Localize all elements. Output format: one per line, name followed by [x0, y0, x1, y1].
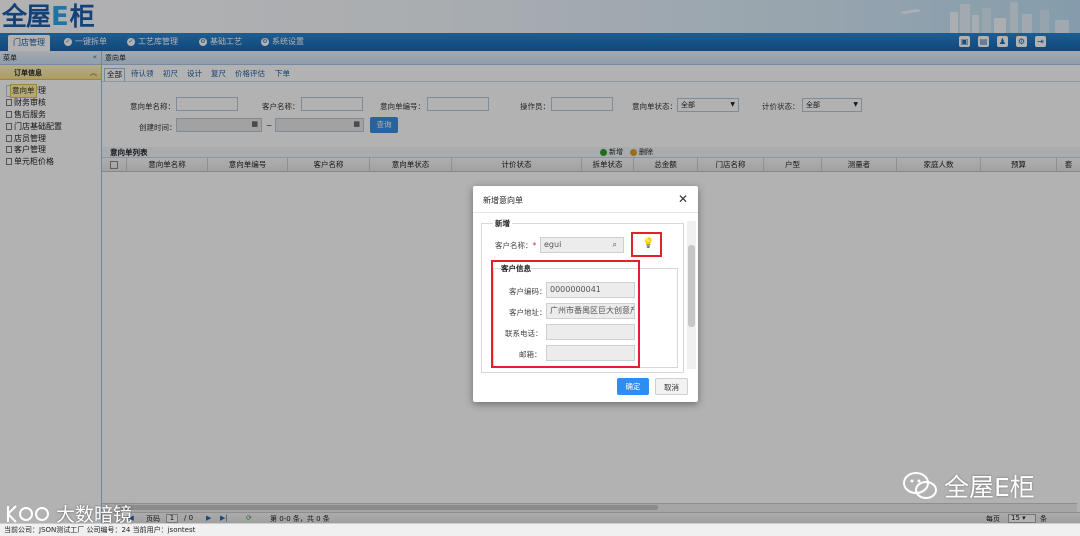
- lightbulb-icon[interactable]: 💡: [642, 238, 654, 249]
- customer-no-input[interactable]: 0000000041: [546, 282, 635, 298]
- datalink-watermark-text: 大数暗镜: [56, 504, 133, 526]
- status-bar: 当前公司：JSON测试工厂 公司编号：24 当前用户：jsontest: [0, 523, 1080, 536]
- dialog-scrollbar-thumb[interactable]: [688, 245, 695, 327]
- cancel-button[interactable]: 取消: [655, 378, 688, 395]
- required-mark: *: [532, 241, 537, 250]
- wechat-icon: [903, 472, 937, 499]
- datalink-watermark: 大数暗镜: [4, 500, 132, 527]
- phone-label: 联系电话：: [505, 329, 543, 338]
- section-new-title: 新增: [493, 218, 512, 229]
- wechat-watermark-text: 全屋E柜: [944, 473, 1035, 502]
- address-input[interactable]: 广州市番禺区巨大创意产: [546, 303, 635, 319]
- new-intent-order-dialog: 新增意向单 ✕ 新增 客户名称：* egui ⌕ 💡 客户信息 客户编码： 00…: [473, 186, 698, 402]
- email-label: 邮箱：: [519, 350, 542, 359]
- email-input[interactable]: [546, 345, 635, 361]
- wechat-watermark: 全屋E柜: [902, 468, 1035, 504]
- address-label: 客户地址：: [509, 308, 547, 317]
- dialog-divider: [473, 212, 698, 213]
- customer-no-label: 客户编码：: [509, 287, 547, 296]
- confirm-button[interactable]: 确定: [617, 378, 649, 395]
- customer-name-field-label: 客户名称：*: [495, 240, 536, 251]
- datalink-logo-icon: [7, 504, 49, 523]
- dialog-scrollbar[interactable]: [687, 221, 696, 369]
- section-customer-title: 客户信息: [501, 264, 531, 273]
- customer-name-label-text: 客户名称：: [495, 241, 533, 250]
- close-icon[interactable]: ✕: [678, 192, 688, 206]
- search-icon[interactable]: ⌕: [613, 238, 617, 252]
- customer-name-value: egui: [544, 240, 562, 249]
- dialog-title: 新增意向单: [483, 196, 523, 205]
- customer-name-input[interactable]: egui ⌕: [540, 237, 624, 253]
- phone-input[interactable]: [546, 324, 635, 340]
